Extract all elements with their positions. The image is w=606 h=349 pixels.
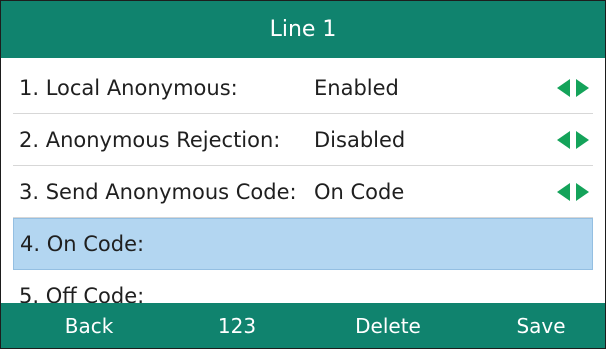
option-arrows: [557, 78, 589, 97]
input-mode-softkey-label: 123: [217, 313, 257, 338]
back-softkey-label: Back: [64, 313, 114, 338]
screen-title: Line 1: [1, 1, 605, 58]
arrow-left-icon[interactable]: [557, 78, 570, 97]
arrow-left-icon[interactable]: [557, 130, 570, 149]
save-softkey-label: Save: [516, 313, 566, 338]
phone-screen: Line 1 1. Local Anonymous: Enabled 2. An…: [0, 0, 606, 349]
setting-label: 1. Local Anonymous:: [19, 75, 238, 100]
setting-label: 4. On Code:: [20, 232, 145, 256]
setting-label: 3. Send Anonymous Code:: [19, 179, 297, 204]
setting-row-send-anonymous-code[interactable]: 3. Send Anonymous Code: On Code: [13, 166, 593, 218]
setting-row-on-code[interactable]: 4. On Code:: [13, 218, 593, 270]
softkey-bar: Back 123 Delete Save: [1, 303, 605, 348]
arrow-left-icon[interactable]: [557, 182, 570, 201]
setting-label: 2. Anonymous Rejection:: [19, 127, 281, 152]
back-softkey[interactable]: Back: [39, 303, 139, 348]
settings-list: 1. Local Anonymous: Enabled 2. Anonymous…: [1, 62, 605, 322]
setting-value: On Code: [314, 179, 405, 204]
input-mode-softkey[interactable]: 123: [187, 303, 287, 348]
save-softkey[interactable]: Save: [491, 303, 591, 348]
delete-softkey-label: Delete: [355, 313, 421, 338]
screen-title-text: Line 1: [269, 17, 337, 42]
setting-value: Enabled: [314, 75, 399, 100]
setting-row-anonymous-rejection[interactable]: 2. Anonymous Rejection: Disabled: [13, 114, 593, 166]
option-arrows: [557, 182, 589, 201]
delete-softkey[interactable]: Delete: [338, 303, 438, 348]
arrow-right-icon[interactable]: [576, 130, 589, 149]
setting-row-local-anonymous[interactable]: 1. Local Anonymous: Enabled: [13, 62, 593, 114]
setting-value: Disabled: [314, 127, 406, 152]
arrow-right-icon[interactable]: [576, 182, 589, 201]
arrow-right-icon[interactable]: [576, 78, 589, 97]
option-arrows: [557, 130, 589, 149]
